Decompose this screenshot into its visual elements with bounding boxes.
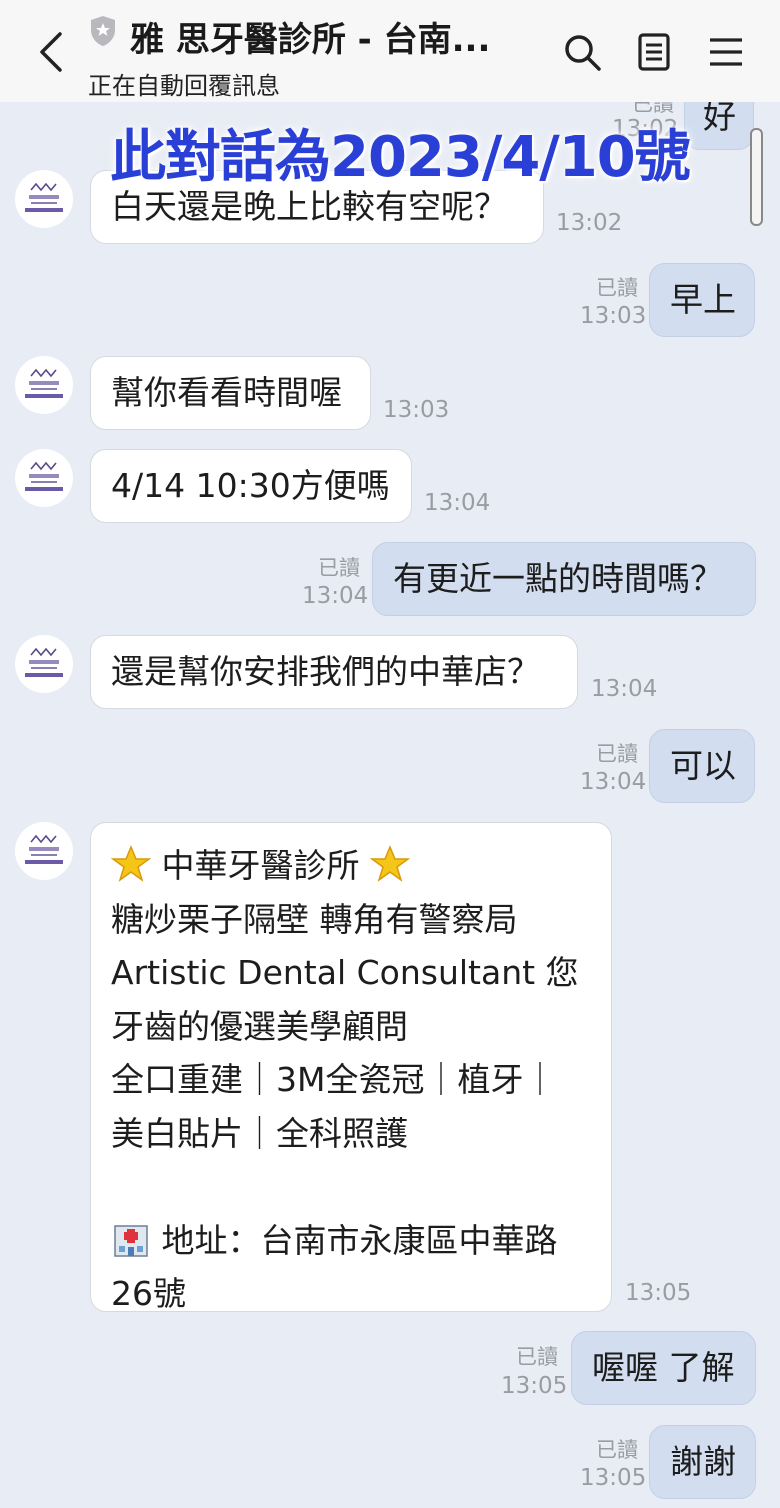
menu-icon[interactable] [704, 30, 748, 74]
read-receipt: 已讀 [516, 1345, 558, 1369]
clinic-avatar[interactable] [15, 635, 73, 693]
message-line: 地址：台南市永康區中華路 [111, 1214, 593, 1268]
clinic-logo-icon [25, 647, 63, 677]
message-bubble-outgoing[interactable]: 喔喔 了解 [571, 1331, 756, 1405]
read-receipt: 已讀 [596, 1438, 638, 1462]
message-time: 13:02 [556, 210, 623, 236]
message-line: 糖炒栗子隔壁 轉角有警察局 [111, 899, 518, 939]
message-bubble-incoming[interactable]: 幫你看看時間喔 [90, 356, 371, 430]
message-time: 13:04 [424, 490, 491, 516]
date-watermark: 此對話為2023/4/10號 [110, 125, 691, 190]
message-line: Artistic Dental Consultant 您 [111, 953, 579, 992]
clinic-logo-icon [25, 182, 63, 212]
read-receipt: 已讀 [596, 742, 638, 766]
message-line: 牙齒的優選美學顧問 [111, 1006, 408, 1046]
message-bubble-incoming-long[interactable]: 中華牙醫診所 糖炒栗子隔壁 轉角有警察局 Artistic Dental Con… [90, 822, 612, 1313]
message-time: 13:05 [501, 1373, 568, 1399]
message-bubble-outgoing[interactable]: 有更近一點的時間嗎？ [372, 542, 756, 616]
message-bubble-outgoing[interactable]: 謝謝 [649, 1425, 756, 1499]
message-bubble-incoming[interactable]: 還是幫你安排我們的中華店？ [90, 635, 578, 709]
clinic-avatar[interactable] [15, 356, 73, 414]
clinic-logo-icon [25, 368, 63, 398]
clinic-avatar[interactable] [15, 822, 73, 880]
message-line: 全口重建｜3M全瓷冠｜植牙｜ [111, 1060, 557, 1099]
message-time: 13:03 [580, 303, 647, 329]
message-bubble-outgoing[interactable]: 可以 [649, 729, 755, 803]
read-receipt: 已讀 [596, 276, 638, 300]
message-bubble-incoming[interactable]: 4/14 10:30方便嗎 [90, 449, 412, 523]
search-icon[interactable] [560, 30, 604, 74]
message-time: 13:04 [580, 769, 647, 795]
message-time: 13:05 [625, 1280, 692, 1306]
star-icon [111, 845, 151, 882]
message-line [111, 1160, 593, 1214]
message-bubble-outgoing[interactable]: 早上 [649, 263, 755, 337]
notes-icon[interactable] [632, 30, 676, 74]
star-icon [370, 845, 410, 882]
chat-header: 雅 思牙醫診所 - 台南... 正在自動回覆訊息 [0, 0, 780, 102]
scrollbar[interactable] [750, 128, 763, 226]
back-chevron-icon[interactable] [30, 24, 74, 80]
message-line: 中華牙醫診所 [111, 839, 593, 893]
message-time: 13:03 [383, 397, 450, 423]
message-time: 13:04 [302, 583, 369, 609]
clinic-logo-icon [25, 461, 63, 491]
shield-icon [91, 16, 115, 46]
message-time: 13:05 [580, 1465, 647, 1491]
clinic-avatar[interactable] [15, 170, 73, 228]
clinic-logo-icon [25, 834, 63, 864]
message-line: 26號 [111, 1274, 186, 1313]
chat-title[interactable]: 雅 思牙醫診所 - 台南... [130, 12, 540, 61]
read-receipt: 已讀 [318, 556, 360, 580]
clinic-avatar[interactable] [15, 449, 73, 507]
message-line: 美白貼片｜全科照護 [111, 1113, 408, 1153]
hospital-icon [114, 1224, 148, 1257]
chat-status: 正在自動回覆訊息 [88, 72, 280, 100]
message-time: 13:04 [591, 676, 658, 702]
